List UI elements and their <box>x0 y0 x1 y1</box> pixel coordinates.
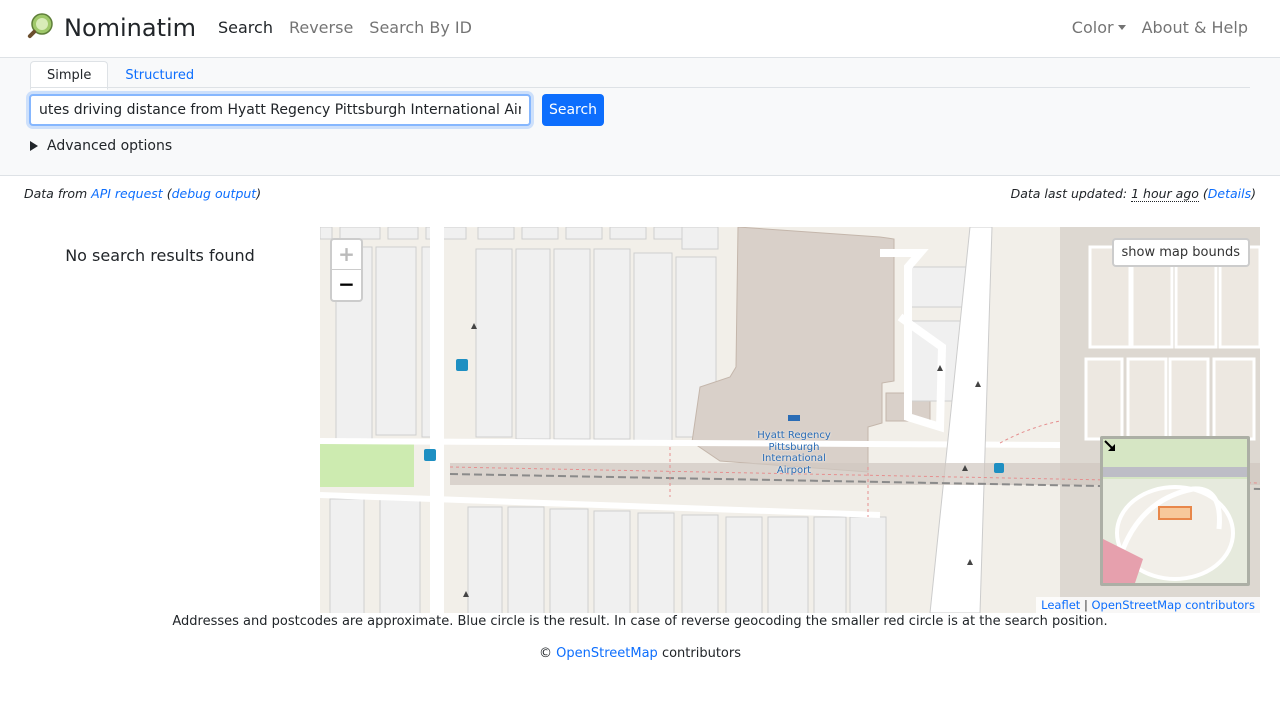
nav-reverse[interactable]: Reverse <box>289 18 353 37</box>
caret-down-icon <box>1117 25 1126 30</box>
top-navbar: Nominatim Search Reverse Search By ID Co… <box>0 0 1280 58</box>
nav-search[interactable]: Search <box>218 18 273 37</box>
tab-simple[interactable]: Simple <box>30 61 109 90</box>
brand-name: Nominatim <box>64 14 197 42</box>
data-updated-line: Data last updated: 1 hour ago (Details) <box>1010 186 1256 202</box>
copyright-symbol: © <box>539 646 552 661</box>
advanced-options-label: Advanced options <box>47 138 173 154</box>
nav-about-help[interactable]: About & Help <box>1142 18 1248 37</box>
brand[interactable]: Nominatim <box>24 12 196 44</box>
tabs-divider <box>30 87 1250 88</box>
tab-structured[interactable]: Structured <box>108 61 211 90</box>
search-tabs: Simple Structured <box>30 61 211 90</box>
approximation-note: Addresses and postcodes are approximate.… <box>172 614 1108 629</box>
zoom-out-button[interactable]: − <box>332 270 361 300</box>
nav-search-by-id[interactable]: Search By ID <box>369 18 472 37</box>
main-nav: Search Reverse Search By ID <box>218 18 472 37</box>
search-button[interactable]: Search <box>542 94 604 126</box>
poi-label-hyatt: Hyatt Regency Pittsburgh International A… <box>757 430 831 476</box>
disclosure-triangle-icon <box>30 141 38 151</box>
show-map-bounds-button[interactable]: show map bounds <box>1111 238 1250 267</box>
map-attribution: Leaflet | OpenStreetMap contributors <box>1036 597 1260 613</box>
color-dropdown-label: Color <box>1071 18 1114 37</box>
data-updated-value: 1 hour ago <box>1131 186 1199 202</box>
leaflet-link[interactable]: Leaflet <box>1041 598 1080 612</box>
zoom-in-button[interactable]: + <box>332 240 361 270</box>
copyright-line: © OpenStreetMap contributors <box>0 646 1280 661</box>
osm-attribution-link[interactable]: OpenStreetMap contributors <box>1091 598 1255 612</box>
search-input[interactable] <box>29 94 531 126</box>
map-view[interactable]: Hyatt Regency Pittsburgh International A… <box>320 227 1260 613</box>
zoom-control: + − <box>330 238 363 302</box>
advanced-options-toggle[interactable]: Advanced options <box>30 138 172 154</box>
minimap-expand-icon[interactable] <box>1103 439 1117 453</box>
details-link[interactable]: Details <box>1208 186 1251 201</box>
no-results-message: No search results found <box>65 246 255 265</box>
openstreetmap-link[interactable]: OpenStreetMap <box>556 646 658 661</box>
minimap[interactable] <box>1100 436 1250 586</box>
search-panel: Simple Structured Search Advanced option… <box>0 58 1280 176</box>
data-source-prefix: Data from <box>24 186 92 201</box>
data-source-line: Data from API request (debug output) <box>24 186 262 201</box>
minimap-tiles <box>1103 439 1247 583</box>
nominatim-logo-icon <box>27 13 53 39</box>
debug-output-link[interactable]: debug output <box>172 186 257 201</box>
color-dropdown[interactable]: Color <box>1072 18 1126 37</box>
contributors-text: contributors <box>657 646 741 661</box>
api-request-link[interactable]: API request <box>91 186 163 201</box>
right-nav: Color About & Help <box>1072 18 1248 37</box>
data-updated-prefix: Data last updated: <box>1010 186 1132 201</box>
